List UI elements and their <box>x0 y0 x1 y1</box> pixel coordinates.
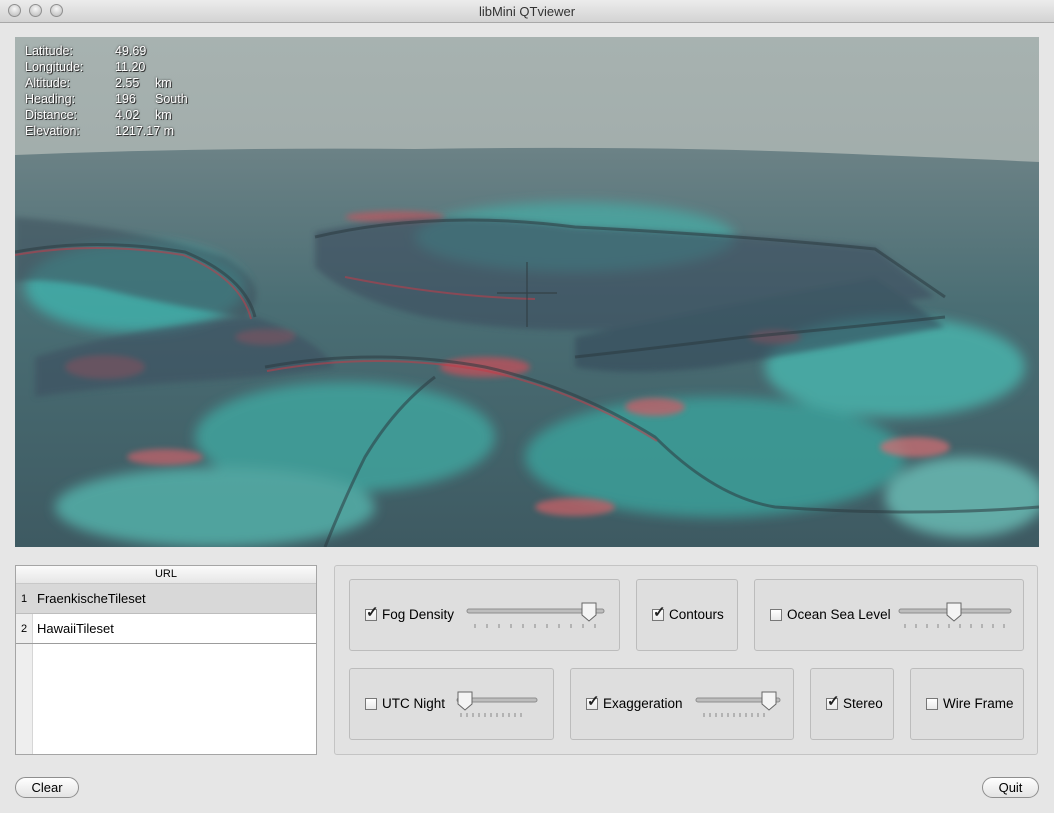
hud-latitude: Latitude: 49.69 <box>25 44 147 58</box>
utc-night-slider[interactable] <box>455 689 540 721</box>
checkbox-icon: ✓ <box>652 603 666 621</box>
utc-night-checkbox[interactable]: UTC Night <box>365 696 445 711</box>
app-window: libMini QTviewer Latitude: 49.69 Longitu… <box>0 0 1054 813</box>
url-row-selected[interactable]: 1 FraenkischeTileset <box>16 584 316 614</box>
wire-frame-checkbox[interactable]: Wire Frame <box>926 696 1014 711</box>
contours-group: ✓ Contours <box>636 579 738 651</box>
window-title: libMini QTviewer <box>478 4 576 19</box>
hud-heading: Heading: 196 South <box>25 92 188 106</box>
row-number: 1 <box>20 592 28 605</box>
hud-altitude: Altitude: 2.55 km <box>25 76 172 90</box>
url-name: FraenkischeTileset <box>37 591 146 606</box>
checkbox-icon <box>365 697 377 710</box>
ocean-group: Ocean Sea Level <box>754 579 1024 651</box>
stereo-checkbox[interactable]: ✓ Stereo <box>826 692 883 711</box>
utc-night-group: UTC Night <box>349 668 554 740</box>
checkbox-icon: ✓ <box>586 692 600 710</box>
exaggeration-checkbox[interactable]: ✓ Exaggeration <box>586 692 683 711</box>
checkbox-icon: ✓ <box>826 692 840 710</box>
checkbox-icon: ✓ <box>365 603 379 621</box>
title-bar: libMini QTviewer <box>0 0 1054 23</box>
contours-checkbox[interactable]: ✓ Contours <box>652 603 724 622</box>
hud-longitude: Longitude: 11.20 <box>25 60 146 74</box>
url-row[interactable]: 2 HawaiiTileset <box>16 614 316 644</box>
wire-frame-group: Wire Frame <box>910 668 1024 740</box>
exaggeration-group: ✓ Exaggeration <box>570 668 794 740</box>
checkbox-icon <box>770 608 782 621</box>
position-readout: Latitude: 49.69 Longitude: 11.20 Altitud… <box>25 43 188 139</box>
row-number: 2 <box>20 622 28 635</box>
hud-elevation: Elevation: 1217.17 m <box>25 124 175 138</box>
url-name: HawaiiTileset <box>37 621 114 636</box>
ocean-sea-level-slider[interactable] <box>897 600 1015 632</box>
fog-density-slider[interactable] <box>465 600 610 632</box>
ocean-sea-level-checkbox[interactable]: Ocean Sea Level <box>770 607 891 622</box>
fog-density-checkbox[interactable]: ✓ Fog Density <box>365 603 454 622</box>
terrain-viewport[interactable]: Latitude: 49.69 Longitude: 11.20 Altitud… <box>15 37 1039 547</box>
quit-button[interactable]: Quit <box>982 777 1039 798</box>
url-column-header[interactable]: URL <box>16 566 316 584</box>
url-table[interactable]: URL 1 FraenkischeTileset 2 HawaiiTileset <box>15 565 317 755</box>
clear-button[interactable]: Clear <box>15 777 79 798</box>
fog-group: ✓ Fog Density <box>349 579 620 651</box>
controls-panel: ✓ Fog Density ✓ Contours Ocean Sea Level… <box>334 565 1038 755</box>
stereo-group: ✓ Stereo <box>810 668 894 740</box>
exaggeration-slider[interactable] <box>694 689 784 721</box>
hud-distance: Distance: 4.02 km <box>25 108 172 122</box>
checkbox-icon <box>926 697 938 710</box>
